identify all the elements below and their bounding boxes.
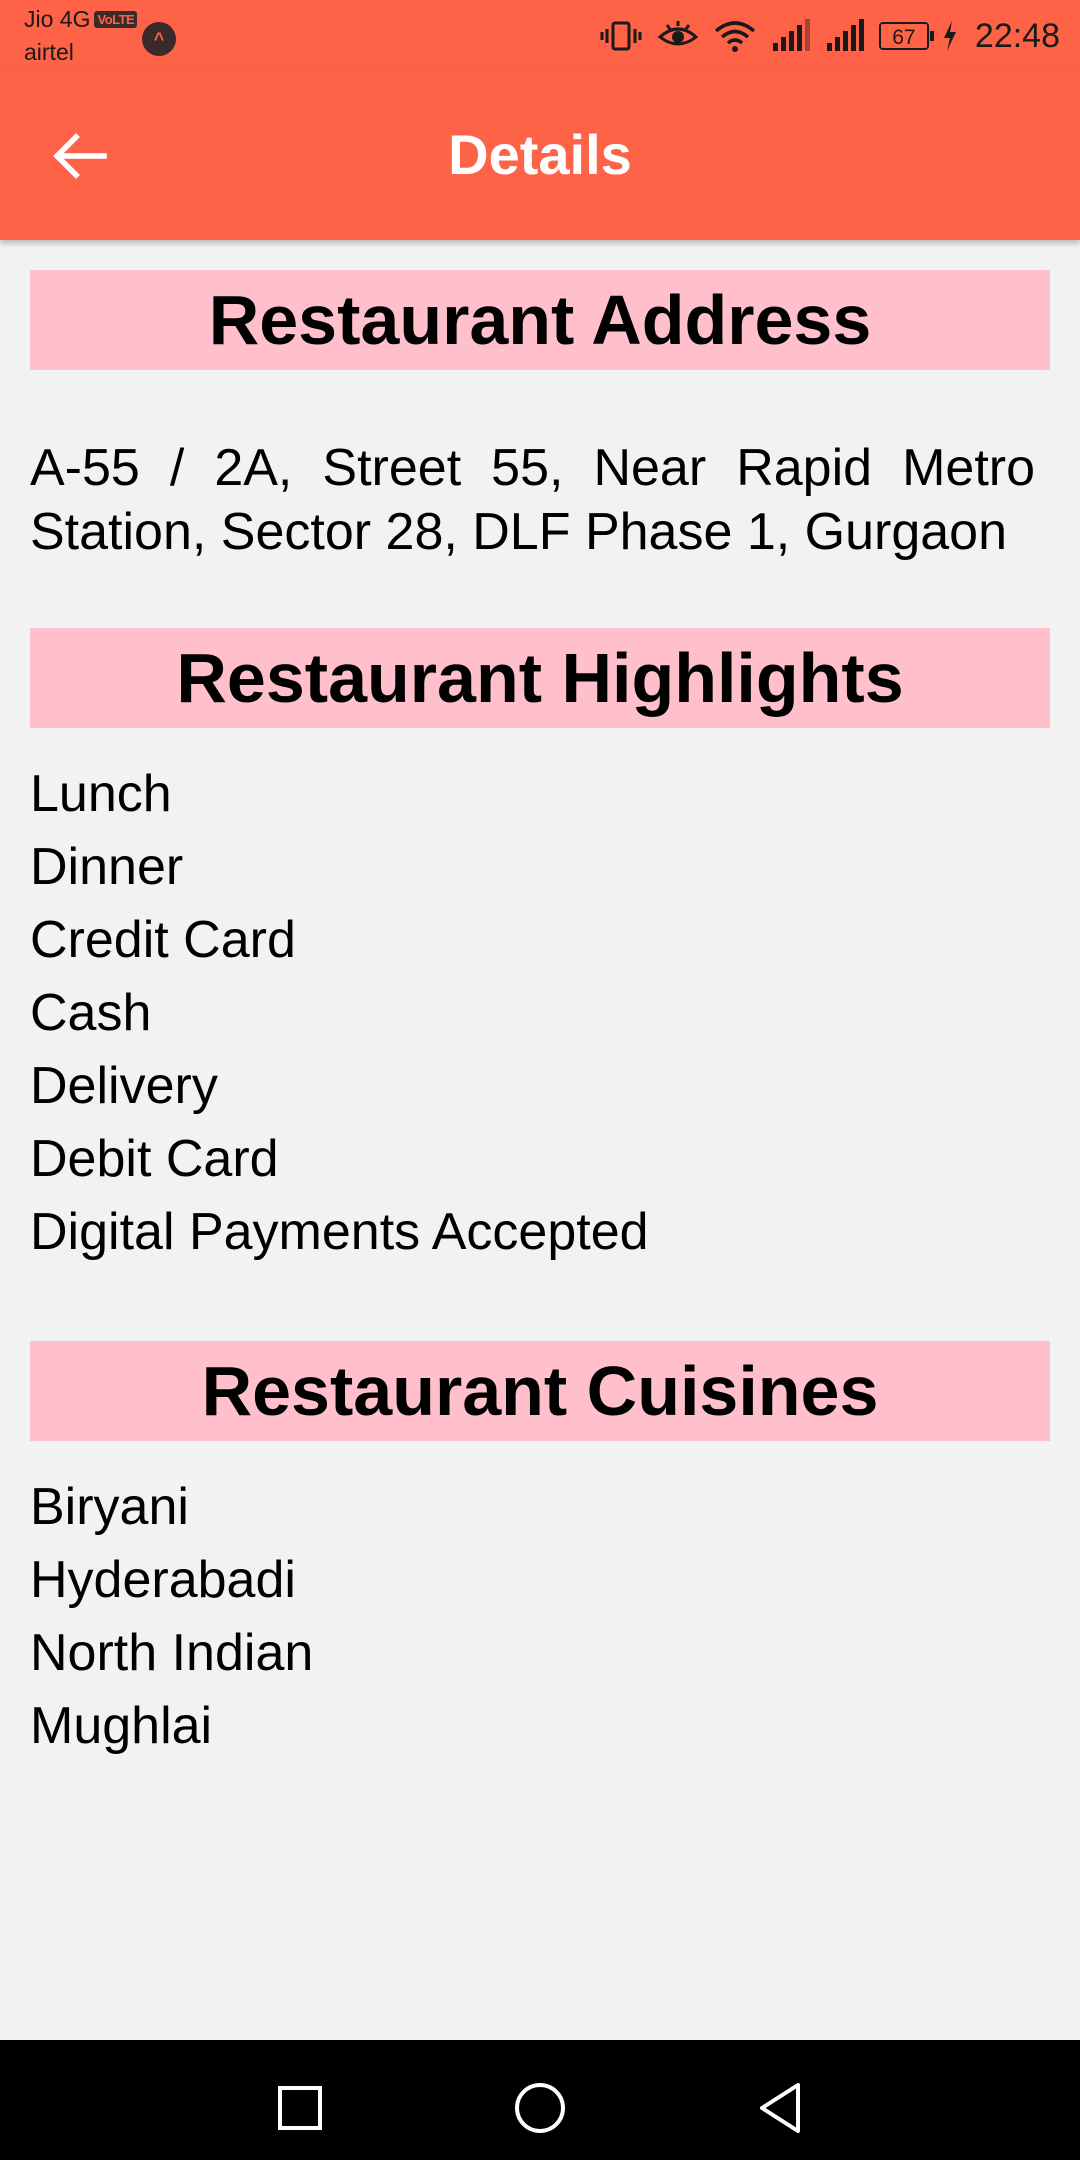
status-bar: Jio 4G VoLTE airtel ^ 67 22:48 [0, 0, 1080, 70]
back-nav-button[interactable] [750, 2080, 810, 2140]
back-triangle-icon [756, 2081, 804, 2140]
carrier-info: Jio 4G VoLTE airtel [24, 6, 138, 65]
eye-icon [657, 19, 699, 53]
highlight-item: Dinner [30, 838, 184, 896]
carrier-secondary: airtel [24, 39, 74, 65]
highlight-item: Debit Card [30, 1130, 279, 1188]
highlights-list: Lunch Dinner Credit Card Cash Delivery D… [30, 758, 1050, 1269]
carrier-primary-row: Jio 4G VoLTE [24, 6, 138, 32]
system-nav-bar [0, 2040, 1080, 2160]
cuisine-item: North Indian [30, 1624, 314, 1682]
wifi-icon [713, 19, 757, 53]
vibrate-icon [599, 19, 643, 53]
details-content: Restaurant Address A-55 / 2A, Street 55,… [30, 270, 1050, 1763]
cuisines-section-header: Restaurant Cuisines [30, 1341, 1050, 1441]
highlight-item: Delivery [30, 1057, 218, 1115]
recent-apps-icon [276, 2084, 324, 2137]
cuisines-list: Biryani Hyderabadi North Indian Mughlai [30, 1471, 1050, 1763]
app-notification-icon: ^ [142, 22, 176, 56]
charging-icon [943, 21, 957, 51]
restaurant-address: A-55 / 2A, Street 55, Near Rapid Metro S… [30, 439, 1035, 561]
address-section-header: Restaurant Address [30, 270, 1050, 370]
volte-badge: VoLTE [94, 11, 138, 28]
highlight-item: Digital Payments Accepted [30, 1203, 649, 1261]
highlight-item: Lunch [30, 765, 172, 823]
highlight-item: Credit Card [30, 911, 296, 969]
app-bar: Details [0, 70, 1080, 240]
cuisine-item: Mughlai [30, 1697, 213, 1755]
cuisine-item: Hyderabadi [30, 1551, 296, 1609]
carrier-primary: Jio 4G [24, 6, 91, 32]
battery-icon: 67 [878, 22, 934, 50]
clock: 22:48 [974, 16, 1060, 55]
cuisine-item: Biryani [30, 1478, 189, 1536]
home-icon [513, 2081, 567, 2140]
recent-apps-button[interactable] [270, 2080, 330, 2140]
status-icons: 67 22:48 [599, 14, 1060, 58]
page-title: Details [448, 123, 632, 186]
signal-icon [771, 19, 811, 53]
highlight-item: Cash [30, 984, 152, 1042]
home-button[interactable] [510, 2080, 570, 2140]
highlights-section-header: Restaurant Highlights [30, 628, 1050, 728]
signal-icon [825, 19, 865, 53]
